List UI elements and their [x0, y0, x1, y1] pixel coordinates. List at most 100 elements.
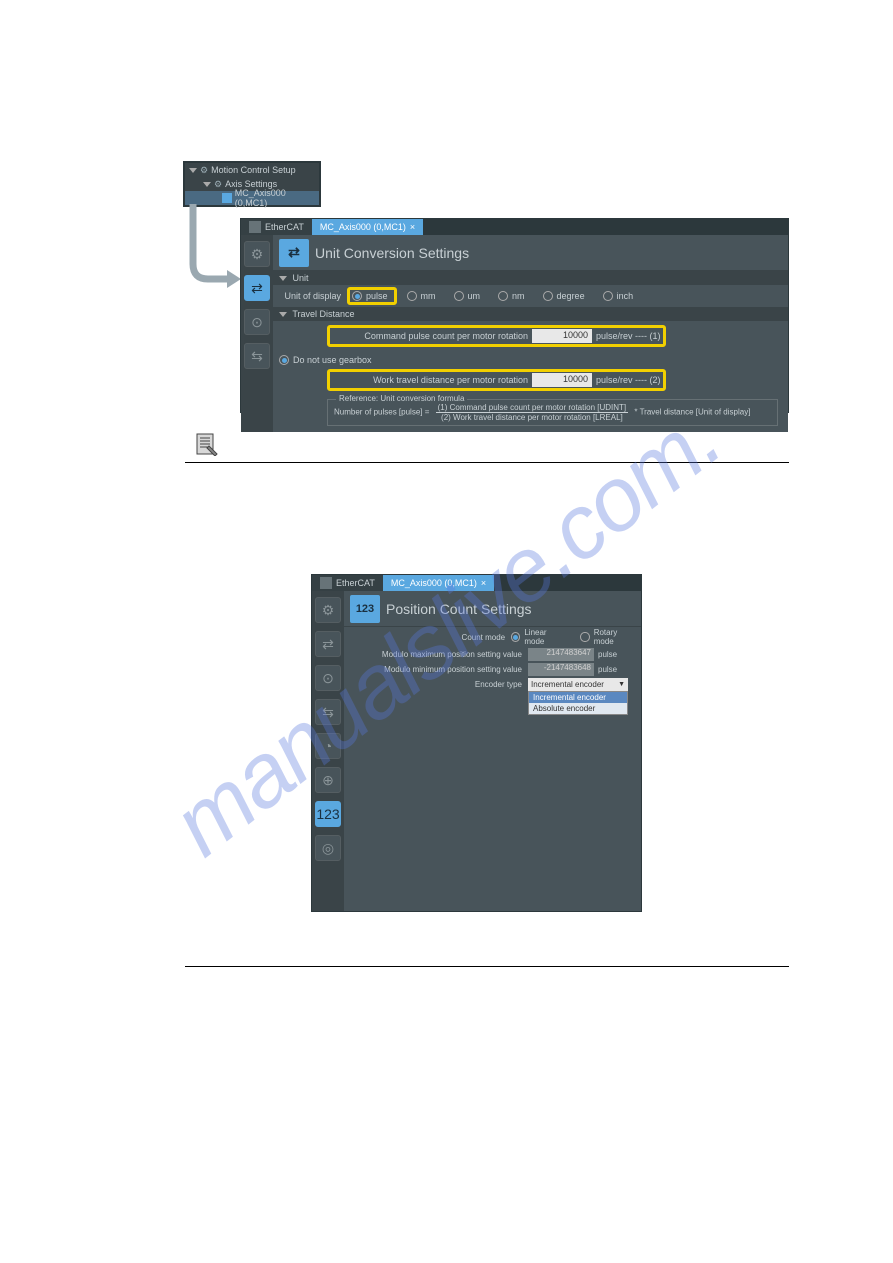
formula-left: Number of pulses [pulse] =: [334, 408, 429, 417]
tab-ethercat[interactable]: EtherCAT: [241, 219, 312, 235]
radio-degree[interactable]: [543, 291, 553, 301]
radio-nm[interactable]: [498, 291, 508, 301]
tree-axis-node[interactable]: MC_Axis000 (0,MC1): [185, 191, 319, 205]
radio-label: nm: [512, 291, 525, 301]
close-icon[interactable]: ×: [481, 578, 486, 588]
unit-label: pulse: [594, 650, 617, 659]
radio-label: Do not use gearbox: [293, 355, 372, 365]
other-icon[interactable]: ⇆: [244, 343, 270, 369]
field-label: Work travel distance per motor rotation: [332, 375, 532, 385]
radio-label: pulse: [366, 291, 388, 301]
radio-label: Rotary mode: [594, 628, 635, 646]
tree-label: MC_Axis000 (0,MC1): [235, 188, 319, 208]
encoder-row: Encoder type Incremental encoder ▼ Incre…: [344, 677, 641, 692]
gear-icon: ⚙: [214, 179, 222, 190]
servo-icon[interactable]: ◎: [315, 835, 341, 861]
dropdown-option-absolute[interactable]: Absolute encoder: [529, 703, 627, 714]
position-count-icon[interactable]: 123: [315, 801, 341, 827]
tree-motion-control[interactable]: ⚙ Motion Control Setup: [185, 163, 319, 177]
field-label: Encoder type: [350, 680, 528, 689]
operation-icon[interactable]: ⊙: [244, 309, 270, 335]
radio-no-gearbox[interactable]: [279, 355, 289, 365]
section-travel: Travel Distance: [273, 307, 788, 321]
collapse-icon: [189, 168, 197, 173]
section-label: Travel Distance: [292, 309, 354, 319]
mod-max-value: 2147483647: [528, 648, 594, 661]
gear-settings-icon[interactable]: ⚙: [244, 241, 270, 267]
field-label: Command pulse count per motor rotation: [332, 331, 532, 341]
tree-label: Motion Control Setup: [211, 165, 296, 175]
radio-label: mm: [421, 291, 436, 301]
main-content: 123 Position Count Settings Count mode L…: [344, 591, 641, 911]
collapse-icon[interactable]: [279, 276, 287, 281]
dropdown-option-incremental[interactable]: Incremental encoder: [529, 692, 627, 703]
radio-rotary[interactable]: [580, 632, 589, 642]
radio-mm[interactable]: [407, 291, 417, 301]
radio-um[interactable]: [454, 291, 464, 301]
radio-label: degree: [557, 291, 585, 301]
section-unit: Unit: [273, 271, 788, 285]
mod-min-value: -2147483648: [528, 663, 594, 676]
dropdown-value: Incremental encoder: [531, 680, 604, 689]
highlight-cmd-pulse: Command pulse count per motor rotation 1…: [327, 325, 666, 347]
radio-label: Linear mode: [524, 628, 564, 646]
close-icon[interactable]: ×: [410, 222, 415, 232]
field-label: Modulo maximum position setting value: [350, 650, 528, 659]
limit-icon[interactable]: ◔: [315, 733, 341, 759]
tab-ethercat[interactable]: EtherCAT: [312, 575, 383, 591]
unit-title-icon: ⇄: [279, 239, 309, 267]
encoder-dropdown[interactable]: Incremental encoder ▼: [528, 678, 628, 691]
gear-icon: ⚙: [200, 165, 208, 176]
unit-conversion-panel: EtherCAT MC_Axis000 (0,MC1) × ⚙ ⇄ ⊙ ⇆ ⇄ …: [240, 218, 789, 413]
operation-icon[interactable]: ⊙: [315, 665, 341, 691]
work-travel-row: Work travel distance per motor rotation …: [273, 367, 788, 393]
chevron-down-icon: ▼: [618, 681, 625, 688]
note-icon: [195, 432, 219, 456]
tab-axis[interactable]: MC_Axis000 (0,MC1) ×: [312, 219, 423, 235]
unit-conversion-icon[interactable]: ⇄: [315, 631, 341, 657]
highlight-work-travel: Work travel distance per motor rotation …: [327, 369, 666, 391]
work-travel-input[interactable]: 10000: [532, 373, 592, 387]
unit-of-display-row: Unit of display pulse mm um nm degree in…: [273, 285, 788, 307]
tab-label: EtherCAT: [265, 222, 304, 232]
formula-fraction: (1) Command pulse count per motor rotati…: [436, 403, 629, 422]
homing-icon[interactable]: ⊕: [315, 767, 341, 793]
unit-label: pulse: [594, 665, 617, 674]
collapse-icon[interactable]: [279, 312, 287, 317]
axis-icon: [222, 193, 232, 203]
formula-right: * Travel distance [Unit of display]: [634, 408, 750, 417]
position-title-icon: 123: [350, 595, 380, 623]
tab-bar: EtherCAT MC_Axis000 (0,MC1) ×: [312, 575, 641, 591]
reference-formula: Reference: Unit conversion formula Numbe…: [327, 399, 778, 426]
radio-linear[interactable]: [511, 632, 520, 642]
arrow-connector: [183, 204, 243, 294]
ethercat-icon: [249, 221, 261, 233]
radio-inch[interactable]: [603, 291, 613, 301]
divider: [185, 966, 789, 967]
highlight-pulse: pulse: [347, 287, 397, 305]
mod-max-row: Modulo maximum position setting value 21…: [344, 647, 641, 662]
gear-settings-icon[interactable]: ⚙: [315, 597, 341, 623]
side-icon-bar: ⚙ ⇄ ⊙ ⇆ ◔ ⊕ 123 ◎: [312, 591, 344, 911]
section-label: Unit: [293, 273, 309, 283]
formula-numerator: (1) Command pulse count per motor rotati…: [436, 403, 629, 413]
panel-title: Position Count Settings: [386, 601, 532, 617]
collapse-icon: [203, 182, 211, 187]
mod-min-row: Modulo minimum position setting value -2…: [344, 662, 641, 677]
other-icon[interactable]: ⇆: [315, 699, 341, 725]
tab-label: EtherCAT: [336, 578, 375, 588]
tab-label: MC_Axis000 (0,MC1): [320, 222, 406, 232]
unit-label: pulse/rev ---- (1): [592, 331, 661, 341]
radio-pulse[interactable]: [352, 291, 362, 301]
multiview-tree: ⚙ Motion Control Setup ⚙ Axis Settings M…: [183, 161, 321, 207]
encoder-dropdown-list: Incremental encoder Absolute encoder: [528, 691, 628, 715]
field-label: Modulo minimum position setting value: [350, 665, 528, 674]
panel-title-bar: ⇄ Unit Conversion Settings: [273, 235, 788, 271]
unit-label: pulse/rev ---- (2): [592, 375, 661, 385]
tab-axis[interactable]: MC_Axis000 (0,MC1) ×: [383, 575, 494, 591]
radio-label: inch: [617, 291, 634, 301]
main-content: ⇄ Unit Conversion Settings Unit Unit of …: [273, 235, 788, 432]
cmd-pulse-input[interactable]: 10000: [532, 329, 592, 343]
unit-conversion-icon[interactable]: ⇄: [244, 275, 270, 301]
radio-label: um: [468, 291, 481, 301]
